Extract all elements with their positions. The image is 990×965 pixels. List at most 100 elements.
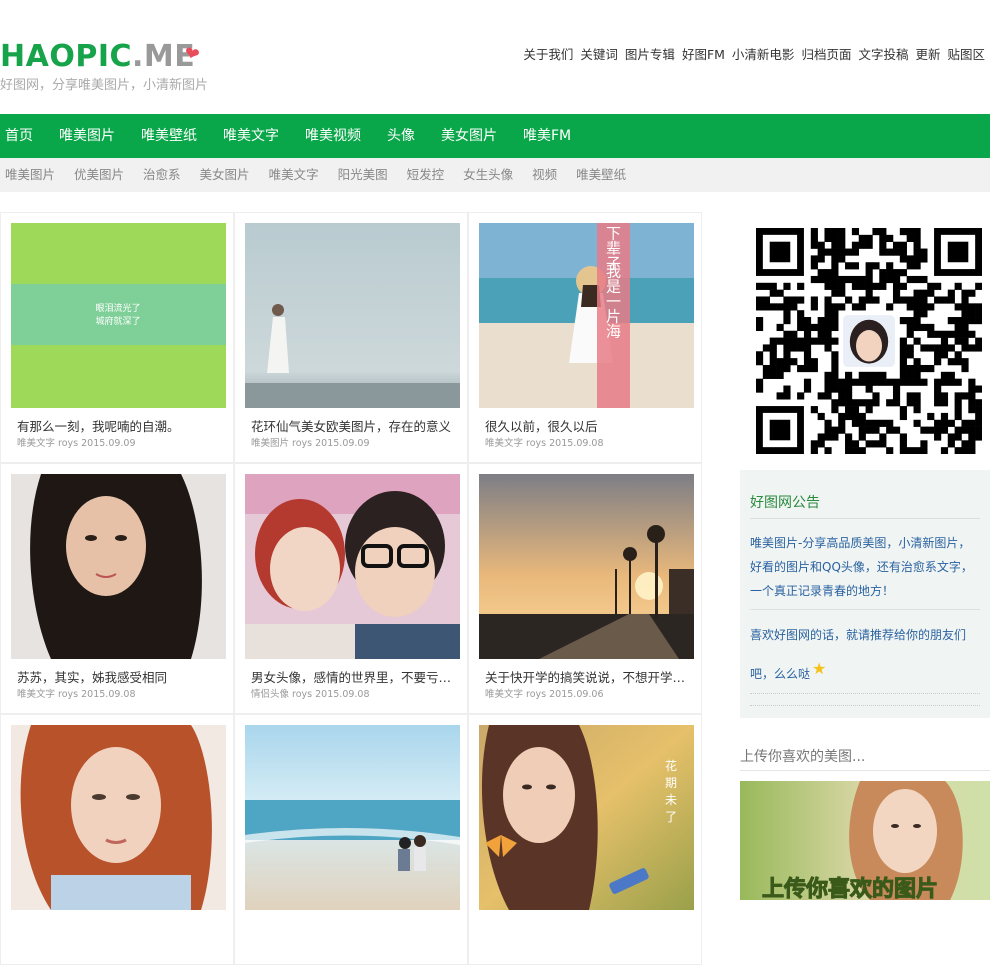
post-title[interactable]: 关于快开学的搞笑说说，不想开学的心情说说 — [485, 667, 690, 686]
qr-module — [831, 426, 839, 434]
main-nav-avatars[interactable]: 头像 — [381, 114, 427, 158]
post-thumbnail[interactable] — [479, 474, 694, 659]
qr-module — [824, 447, 832, 455]
qr-module — [824, 392, 832, 400]
qr-module — [975, 282, 983, 290]
qr-module — [783, 358, 791, 366]
qr-module — [810, 337, 818, 345]
main-nav-home[interactable]: 首页 — [0, 114, 45, 158]
qr-module — [783, 351, 791, 359]
qr-module — [899, 282, 907, 290]
qr-module — [797, 337, 805, 345]
post-meta: 唯美文字 roys 2015.09.08 — [17, 689, 136, 700]
post-card[interactable]: 眼泪流光了 城府就深了 有那么一刻，我呢喃的自潮。 唯美文字 roys 2015… — [0, 212, 234, 463]
sub-nav-item[interactable]: 短发控 — [407, 158, 445, 192]
sub-nav-item[interactable]: 视频 — [532, 158, 557, 192]
post-title[interactable]: 花环仙气美女欧美图片，存在的意义 — [251, 416, 456, 435]
qr-module — [879, 269, 887, 277]
sub-nav-item[interactable]: 阳光美图 — [338, 158, 388, 192]
post-thumbnail[interactable] — [11, 474, 226, 659]
post-card[interactable]: 下辈子 我是一片海 很久以前，很久以后 唯美文字 roys 2015.09.08 — [468, 212, 702, 463]
qr-module — [913, 406, 921, 414]
qr-module — [947, 289, 955, 297]
qr-module — [947, 358, 955, 366]
post-card[interactable]: 苏苏，其实，姊我感受相同 唯美文字 roys 2015.09.08 — [0, 463, 234, 714]
sub-nav-item[interactable]: 唯美文字 — [269, 158, 319, 192]
qr-module — [858, 371, 866, 379]
sub-nav-item[interactable]: 治愈系 — [143, 158, 181, 192]
upload-heading[interactable]: 上传你喜欢的美图... — [740, 746, 865, 766]
top-link-archive[interactable]: 归档页面 — [801, 44, 851, 63]
qr-module — [824, 419, 832, 427]
qr-module — [817, 412, 825, 421]
post-card[interactable] — [0, 714, 234, 965]
main-nav-photos[interactable]: 唯美图片 — [53, 114, 127, 158]
post-title[interactable]: 男女头像，感情的世界里，不要亏待对你好的人 — [251, 667, 456, 686]
main-nav-fm[interactable]: 唯美FM — [517, 114, 583, 158]
qr-module — [845, 399, 853, 407]
qr-module — [954, 378, 962, 386]
qr-module — [913, 337, 921, 345]
main-nav-texts[interactable]: 唯美文字 — [217, 114, 291, 158]
top-link-albums[interactable]: 图片专辑 — [625, 44, 675, 63]
qr-module — [892, 269, 901, 277]
post-thumbnail[interactable]: 下辈子 我是一片海 — [479, 223, 694, 408]
qr-module — [968, 433, 976, 441]
qr-module — [824, 228, 832, 236]
post-meta: 情侣头像 roys 2015.09.08 — [251, 689, 370, 700]
top-link-about[interactable]: 关于我们 — [523, 44, 573, 63]
top-link-board[interactable]: 贴图区 — [947, 44, 985, 63]
top-link-fm[interactable]: 好图FM — [682, 44, 725, 63]
qr-module — [838, 241, 846, 249]
qr-module — [913, 371, 921, 379]
qr-module — [824, 378, 832, 386]
top-link-submit[interactable]: 文字投稿 — [858, 44, 908, 63]
sub-nav-item[interactable]: 唯美壁纸 — [576, 158, 626, 192]
post-thumbnail[interactable] — [245, 474, 460, 659]
qr-module — [906, 234, 914, 242]
qr-module — [803, 358, 812, 366]
post-card[interactable]: 男女头像，感情的世界里，不要亏待对你好的人 情侣头像 roys 2015.09.… — [234, 463, 468, 714]
post-title[interactable]: 苏苏，其实，姊我感受相同 — [17, 667, 222, 686]
main-nav-beauty[interactable]: 美女图片 — [435, 114, 509, 158]
main-nav-videos[interactable]: 唯美视频 — [299, 114, 373, 158]
qr-module — [865, 399, 873, 407]
notice-heading: 好图网公告 — [750, 492, 980, 519]
qr-module — [906, 275, 914, 284]
post-thumbnail[interactable]: 花 期 未 了 — [479, 725, 694, 910]
post-card[interactable] — [234, 714, 468, 965]
post-card[interactable]: 花 期 未 了 — [468, 714, 702, 965]
upload-banner[interactable]: 上传你喜欢的图片 — [740, 781, 990, 900]
post-thumbnail[interactable] — [11, 725, 226, 910]
qr-module — [817, 440, 825, 448]
sub-nav-item[interactable]: 女生头像 — [463, 158, 513, 192]
qr-module — [831, 255, 839, 263]
post-thumbnail[interactable]: 眼泪流光了 城府就深了 — [11, 223, 226, 408]
top-link-updates[interactable]: 更新 — [915, 44, 940, 63]
post-title[interactable]: 有那么一刻，我呢喃的自潮。 — [17, 416, 222, 435]
sub-nav-item[interactable]: 美女图片 — [200, 158, 250, 192]
main-nav-wallpapers[interactable]: 唯美壁纸 — [135, 114, 209, 158]
sub-nav-item[interactable]: 唯美图片 — [5, 158, 55, 192]
top-link-keywords[interactable]: 关键词 — [580, 44, 618, 63]
qr-module — [783, 364, 791, 373]
qr-module — [865, 296, 873, 304]
post-thumbnail[interactable] — [245, 223, 460, 408]
top-links: 关于我们 关键词 图片专辑 好图FM 小清新电影 归档页面 文字投稿 更新 贴图… — [523, 44, 985, 63]
qr-module — [769, 344, 777, 352]
sub-nav-item[interactable]: 优美图片 — [74, 158, 124, 192]
qr-module — [968, 392, 976, 400]
post-card[interactable]: 关于快开学的搞笑说说，不想开学的心情说说 唯美文字 roys 2015.09.0… — [468, 463, 702, 714]
qr-module — [790, 303, 798, 311]
post-card[interactable]: 花环仙气美女欧美图片，存在的意义 唯美图片 roys 2015.09.09 — [234, 212, 468, 463]
post-title[interactable]: 很久以前，很久以后 — [485, 416, 690, 435]
qr-module — [858, 447, 866, 455]
top-link-movies[interactable]: 小清新电影 — [732, 44, 795, 63]
qr-module — [968, 426, 976, 434]
qr-module — [831, 433, 839, 441]
qr-module — [954, 303, 962, 311]
site-logo[interactable]: HAOPIC.ME ❤ — [0, 40, 202, 74]
qr-module — [961, 447, 969, 455]
post-thumbnail[interactable] — [245, 725, 460, 910]
qr-module — [851, 406, 860, 414]
